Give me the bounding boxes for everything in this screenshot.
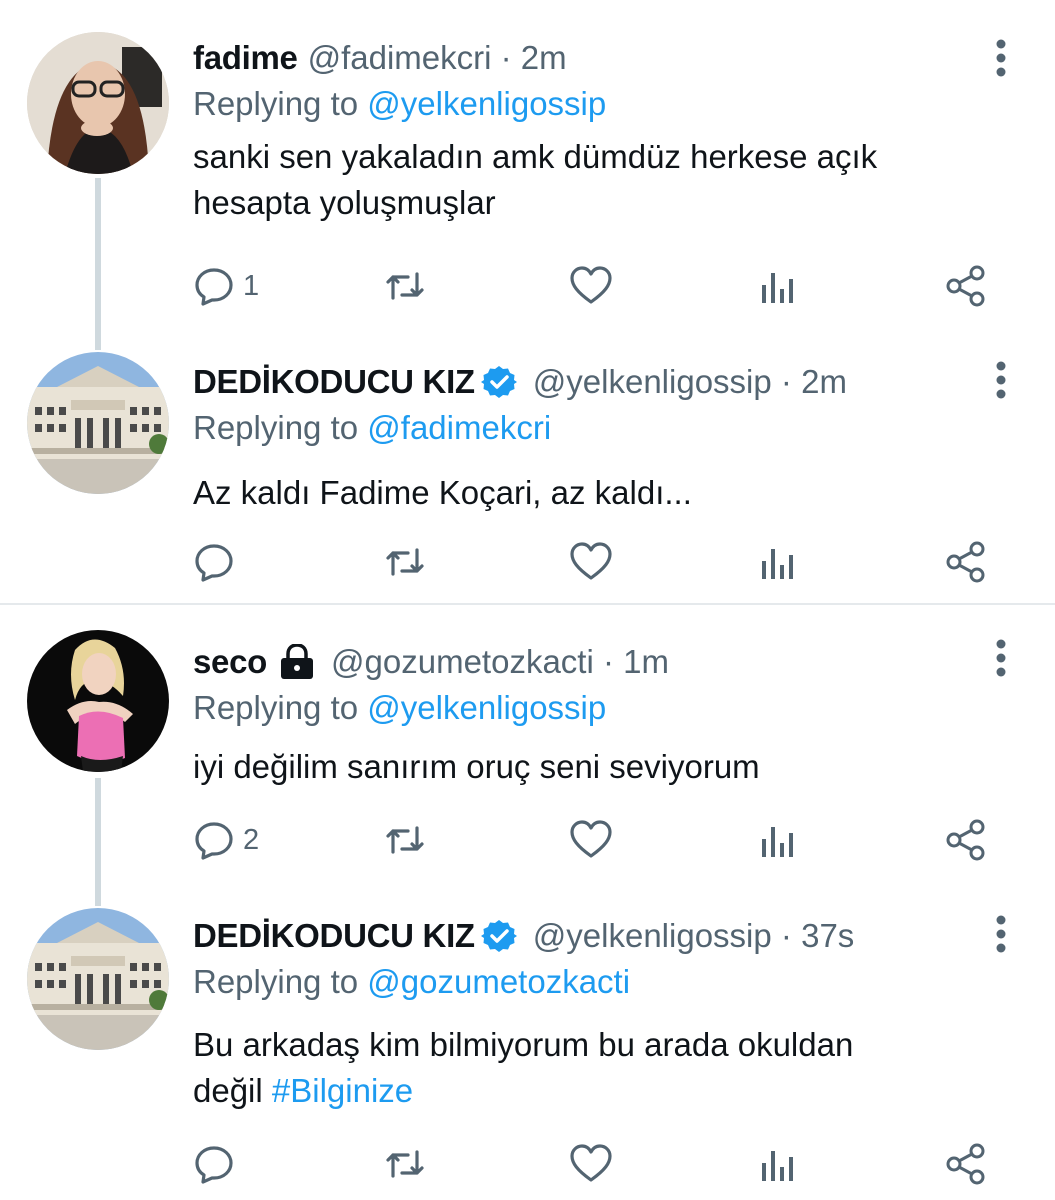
replying-to: Replying to @gozumetozkacti [193,963,631,1000]
analytics-button[interactable] [759,538,797,586]
mention-link[interactable]: @gozumetozkacti [367,963,630,1000]
verified-badge-icon [480,918,517,954]
display-name[interactable]: seco [193,640,267,684]
reply-button[interactable] [193,538,243,586]
like-icon [569,541,613,583]
timestamp: 1m [623,643,669,680]
verified-badge-icon [480,364,517,400]
tweet-text: sanki sen yakaladın amk dümdüz herkese a… [193,138,878,221]
replying-to: Replying to @yelkenligossip [193,85,607,122]
like-button[interactable] [569,262,613,310]
retweet-icon [382,819,428,861]
reply-icon [193,819,235,861]
display-name[interactable]: DEDİKODUCU KIZ [193,360,475,404]
like-button[interactable] [569,1140,613,1188]
avatar[interactable] [27,908,169,1050]
retweet-icon [382,541,428,583]
analytics-icon [759,541,797,583]
analytics-button[interactable] [759,1140,797,1188]
reply-icon [193,265,235,307]
reply-button[interactable] [193,1140,243,1188]
share-icon [944,818,988,862]
handle[interactable]: @yelkenligossip · 2m [533,360,847,404]
more-options-icon[interactable] [989,638,1013,678]
handle[interactable]: @gozumetozkacti · 1m [331,640,669,684]
share-button[interactable] [944,816,988,864]
analytics-icon [759,1143,797,1185]
analytics-icon [759,265,797,307]
like-button[interactable] [569,816,613,864]
share-icon [944,1142,988,1186]
reply-button[interactable]: 1 [193,262,259,310]
mention-link[interactable]: @yelkenligossip [367,689,606,726]
analytics-icon [759,819,797,861]
tweet[interactable]: seco @gozumetozkacti · 1m Replying to @y… [0,630,1055,870]
analytics-button[interactable] [759,816,797,864]
retweet-button[interactable] [382,262,428,310]
replying-to: Replying to @fadimekcri [193,409,552,446]
retweet-button[interactable] [382,816,428,864]
like-icon [569,819,613,861]
hashtag-link[interactable]: #Bilginize [272,1072,413,1109]
mention-link[interactable]: @yelkenligossip [367,85,606,122]
avatar[interactable] [27,630,169,772]
tweet-text: Bu arkadaş kim bilmiyorum bu arada okuld… [193,1026,854,1109]
tweet[interactable]: DEDİKODUCU KIZ @yelkenligossip · 2m Repl… [0,352,1055,602]
tweet[interactable]: fadime @fadimekcri · 2m Replying to @yel… [0,30,1055,320]
retweet-icon [382,265,428,307]
analytics-button[interactable] [759,262,797,310]
timestamp: 2m [520,39,567,76]
share-button[interactable] [944,538,988,586]
share-icon [944,540,988,584]
more-options-icon[interactable] [989,360,1013,400]
share-button[interactable] [944,1140,988,1188]
replying-to: Replying to @yelkenligossip [193,689,607,726]
like-icon [569,265,613,307]
like-icon [569,1143,613,1185]
reply-count: 1 [243,269,260,302]
display-name[interactable]: DEDİKODUCU KIZ [193,914,475,958]
tweet-text: Az kaldı Fadime Koçari, az kaldı... [193,474,692,511]
reply-button[interactable]: 2 [193,816,259,864]
reply-icon [193,541,235,583]
thread-divider [0,603,1055,605]
retweet-icon [382,1143,428,1185]
avatar[interactable] [27,32,169,174]
handle[interactable]: @fadimekcri · 2m [308,36,567,80]
mention-link[interactable]: @fadimekcri [367,409,551,446]
like-button[interactable] [569,538,613,586]
handle[interactable]: @yelkenligossip · 37s [533,914,855,958]
more-options-icon[interactable] [989,38,1013,78]
retweet-button[interactable] [382,538,428,586]
lock-icon [277,644,317,680]
retweet-button[interactable] [382,1140,428,1188]
timestamp: 2m [801,363,847,400]
share-icon [944,264,988,308]
share-button[interactable] [944,262,988,310]
reply-icon [193,1143,235,1185]
avatar[interactable] [27,352,169,494]
more-options-icon[interactable] [989,914,1013,954]
tweet-text: iyi değilim sanırım oruç seni seviyorum [193,748,760,785]
timestamp: 37s [801,917,855,954]
tweet[interactable]: DEDİKODUCU KIZ @yelkenligossip · 37s Rep… [0,908,1055,1200]
reply-count: 2 [243,823,260,856]
display-name[interactable]: fadime [193,36,298,80]
